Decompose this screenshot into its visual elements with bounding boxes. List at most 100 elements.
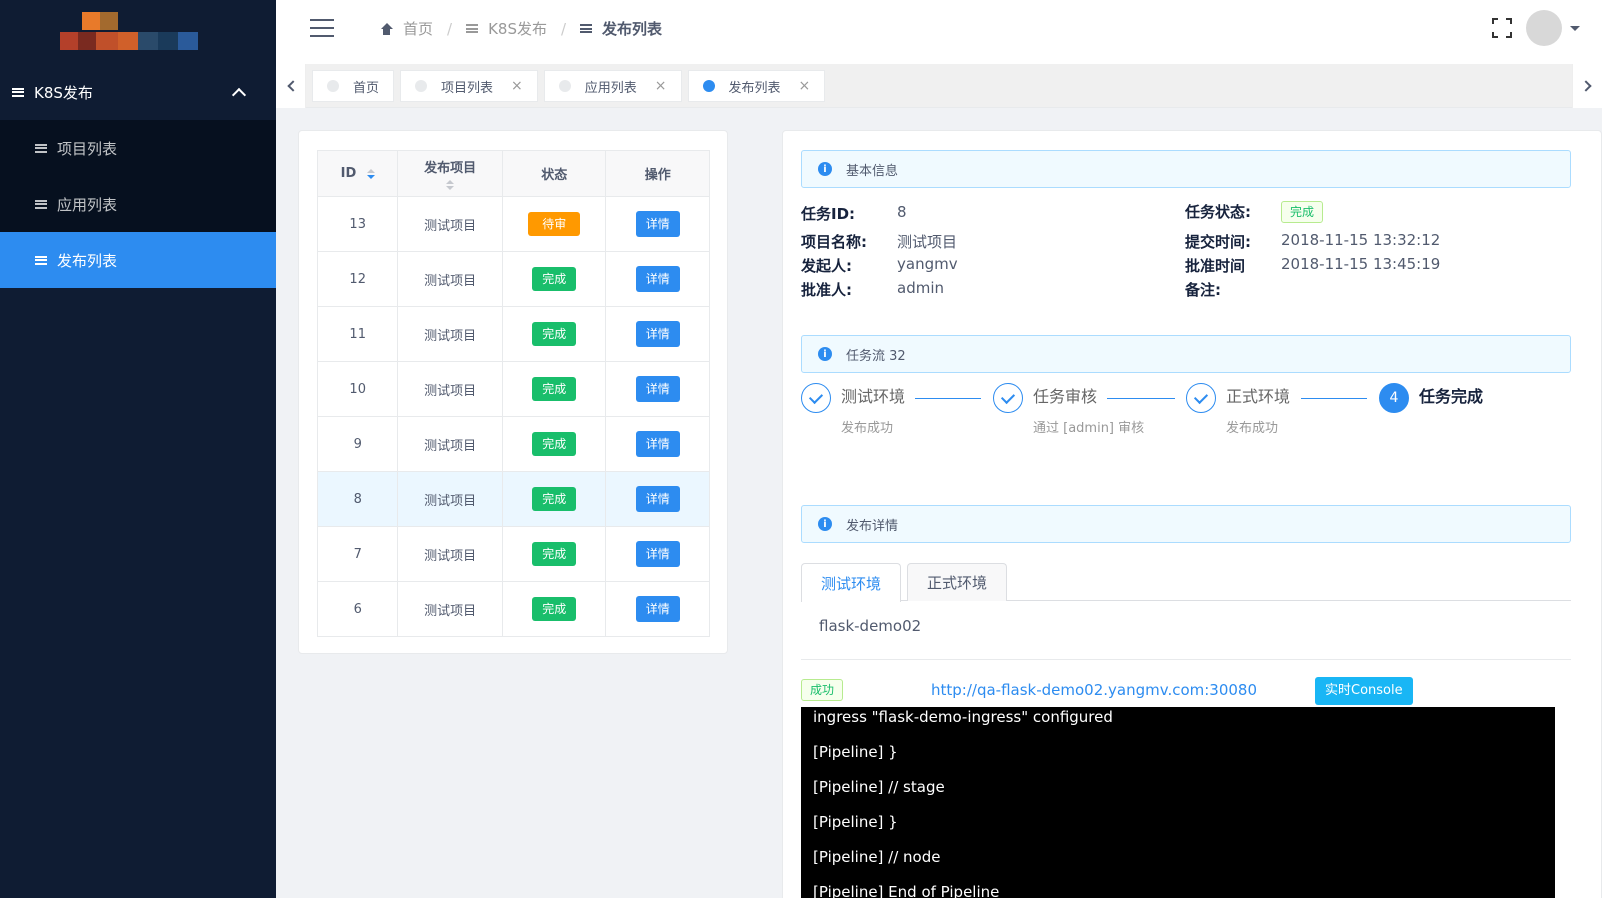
cell-project: 测试项目: [397, 526, 503, 582]
column-header-project[interactable]: 发布项目: [397, 150, 503, 197]
table-row[interactable]: 8 测试项目 完成 详情: [316, 471, 710, 527]
cell-project: 测试项目: [397, 416, 503, 472]
close-icon[interactable]: ×: [655, 78, 667, 94]
cell-project: 测试项目: [397, 361, 503, 417]
field-label: 备注:: [1185, 281, 1221, 299]
sidebar-item-app-list[interactable]: 应用列表: [0, 176, 276, 232]
breadcrumb-home[interactable]: 首页: [380, 18, 433, 39]
cell-status: 完成: [501, 471, 607, 527]
cell-id: 9: [316, 416, 399, 472]
step-connector: [1301, 398, 1367, 399]
breadcrumb-k8s[interactable]: K8S发布: [466, 18, 547, 39]
detail-button[interactable]: 详情: [635, 321, 680, 347]
table-row[interactable]: 10 测试项目 完成 详情: [316, 361, 710, 417]
tabs-scroll-right-button[interactable]: [1572, 64, 1602, 108]
sidebar: K8S发布 项目列表 应用列表 发布列表: [0, 0, 276, 898]
tab-project-list[interactable]: 项目列表 ×: [400, 70, 538, 102]
breadcrumb-separator: /: [560, 19, 567, 38]
release-list-card: ID 发布项目 状态 操作 13 测试项目 待审 详情 12 测试项目 完成 详…: [298, 130, 728, 654]
table-row[interactable]: 13 测试项目 待审 详情: [316, 196, 710, 252]
app-url-link[interactable]: http://qa-flask-demo02.yangmv.com:30080: [931, 681, 1257, 699]
column-header-action: 操作: [605, 150, 710, 197]
close-icon[interactable]: ×: [511, 78, 523, 94]
tab-test-env[interactable]: 测试环境: [801, 563, 901, 602]
field-approver: 批准人: admin: [801, 279, 944, 300]
console-line: ingress "flask-demo-ingress" configured: [813, 708, 1113, 726]
cell-id: 6: [316, 581, 399, 637]
sidebar-item-project-list[interactable]: 项目列表: [0, 120, 276, 176]
cell-project: 测试项目: [397, 581, 503, 637]
step-review: 任务审核 通过 [admin] 审核: [993, 383, 1144, 436]
field-label: 批准时间: [1185, 257, 1246, 275]
tab-home[interactable]: 首页: [312, 70, 395, 102]
table-row[interactable]: 9 测试项目 完成 详情: [316, 416, 710, 472]
column-header-id[interactable]: ID: [316, 150, 399, 197]
table-row[interactable]: 6 测试项目 完成 详情: [316, 581, 710, 637]
field-label: 任务ID:: [801, 205, 856, 223]
field-status: 任务状态: 完成: [1185, 201, 1324, 223]
cell-action: 详情: [605, 581, 710, 637]
chevron-left-icon: [286, 80, 299, 92]
section-title: 发布详情: [846, 518, 899, 534]
detail-button[interactable]: 详情: [635, 486, 680, 512]
avatar[interactable]: [1526, 10, 1562, 46]
cell-project: 测试项目: [397, 471, 503, 527]
cell-id: 11: [316, 306, 399, 362]
detail-button[interactable]: 详情: [635, 376, 680, 402]
sort-icon[interactable]: [366, 168, 375, 179]
fullscreen-icon[interactable]: [1492, 18, 1512, 38]
cell-id: 7: [316, 526, 399, 582]
cell-action: 详情: [605, 306, 710, 362]
cell-project: 测试项目: [397, 306, 503, 362]
tab-label: 应用列表: [584, 80, 637, 96]
cell-project: 测试项目: [397, 196, 503, 252]
release-detail-header: i 发布详情: [801, 505, 1571, 543]
tabs: 首页 项目列表 × 应用列表 × 发布列表 ×: [312, 70, 831, 102]
menu-icon: [35, 143, 47, 153]
console-output[interactable]: ingress "flask-demo-ingress" configured …: [801, 707, 1555, 898]
field-value: 测试项目: [897, 233, 958, 251]
cell-action: 详情: [605, 471, 710, 527]
cell-action: 详情: [605, 361, 710, 417]
cell-status: 待审: [501, 196, 607, 252]
status-badge: 完成: [532, 322, 577, 346]
detail-button[interactable]: 详情: [635, 431, 680, 457]
sidebar-item-release-list[interactable]: 发布列表: [0, 232, 276, 288]
close-icon[interactable]: ×: [799, 78, 811, 94]
field-label: 提交时间:: [1185, 233, 1251, 251]
detail-button[interactable]: 详情: [635, 541, 680, 567]
hamburger-icon[interactable]: [310, 19, 334, 37]
field-value: 2018-11-15 13:32:12: [1281, 231, 1441, 249]
step-desc: 通过 [admin] 审核: [1033, 421, 1145, 436]
column-header-status: 状态: [501, 150, 607, 197]
tab-release-list[interactable]: 发布列表 ×: [687, 70, 826, 102]
cell-status: 完成: [501, 416, 607, 472]
detail-button[interactable]: 详情: [635, 211, 680, 237]
sort-icon[interactable]: [446, 180, 455, 190]
menu-icon: [35, 199, 47, 209]
column-label: 状态: [541, 168, 568, 183]
tab-label: 发布列表: [728, 80, 781, 96]
breadcrumb-release-list: 发布列表: [580, 18, 662, 39]
status-badge: 完成: [1281, 201, 1324, 223]
release-detail-card: i 基本信息 任务ID: 8 项目名称: 测试项目 发起人: yangmv 批准…: [782, 130, 1602, 898]
detail-button[interactable]: 详情: [635, 596, 680, 622]
step-connector: [1107, 398, 1175, 399]
tabs-scroll-left-button[interactable]: [276, 64, 306, 108]
step-complete: 4 任务完成: [1379, 383, 1483, 413]
app-name: flask-demo02: [819, 617, 922, 635]
tab-app-list[interactable]: 应用列表 ×: [543, 70, 682, 102]
table-row[interactable]: 7 测试项目 完成 详情: [316, 526, 710, 582]
caret-down-icon[interactable]: [1570, 26, 1580, 31]
field-project: 项目名称: 测试项目: [801, 231, 957, 252]
table-row[interactable]: 11 测试项目 完成 详情: [316, 306, 710, 362]
step-desc: 发布成功: [841, 421, 894, 436]
menu-k8s-release[interactable]: K8S发布: [0, 64, 276, 120]
detail-button[interactable]: 详情: [635, 266, 680, 292]
table-row[interactable]: 12 测试项目 完成 详情: [316, 251, 710, 307]
column-label: 发布项目: [424, 161, 477, 176]
breadcrumb-label: K8S发布: [488, 20, 547, 38]
menu-icon: [580, 24, 593, 33]
realtime-console-button[interactable]: 实时Console: [1315, 677, 1413, 705]
tab-prod-env[interactable]: 正式环境: [907, 563, 1007, 601]
